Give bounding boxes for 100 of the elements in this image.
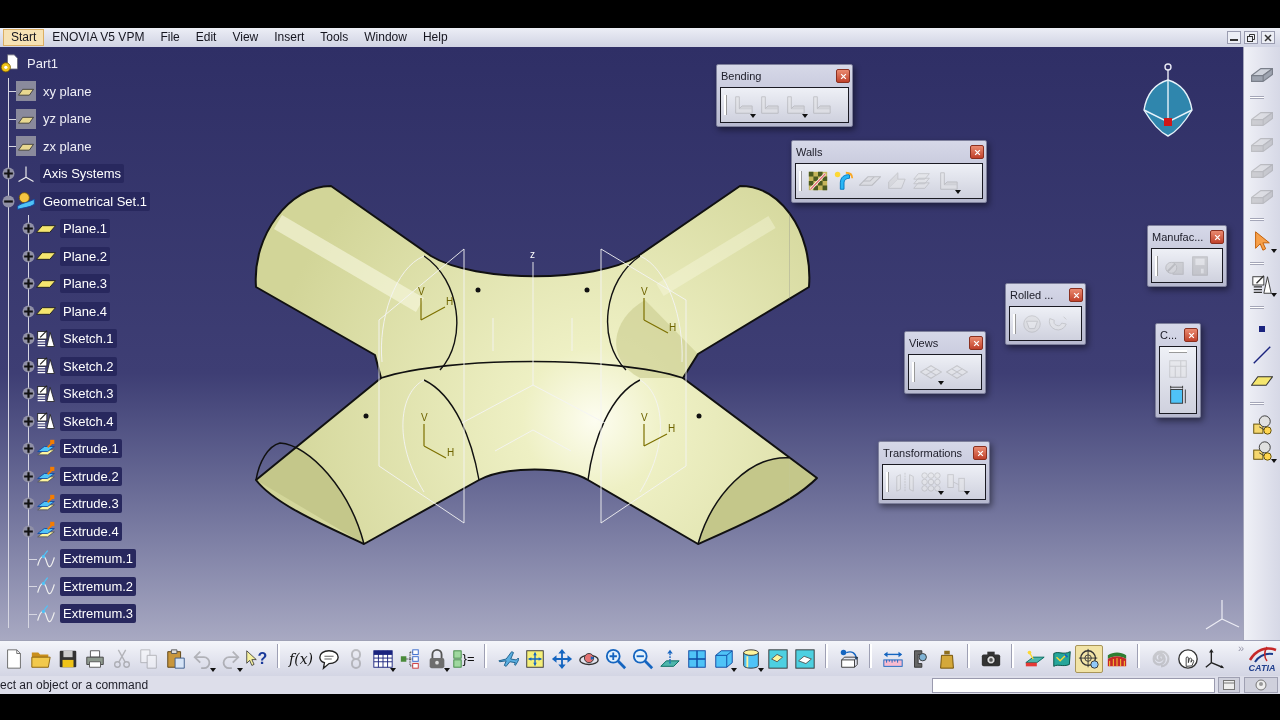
close-icon (1187, 331, 1195, 339)
tree-item[interactable]: Geometrical Set.1 (40, 191, 151, 211)
sketch-axes-icon (643, 297, 669, 334)
sketch-axes-icon (643, 423, 668, 447)
axis-label: V (418, 286, 425, 297)
tree-item[interactable]: Extrude.2 (60, 466, 122, 486)
dropdown-arrow-icon (758, 667, 764, 672)
expand-icon[interactable] (21, 359, 35, 373)
command-input-field[interactable] (932, 677, 1215, 693)
tree-item[interactable]: xy plane (40, 81, 95, 101)
menu-item[interactable]: Tools (312, 29, 357, 46)
expand-icon[interactable] (21, 442, 35, 456)
close-button[interactable] (1261, 31, 1275, 44)
menu-item[interactable]: Insert (266, 29, 313, 46)
minimize-button[interactable] (1227, 31, 1241, 44)
expand-icon[interactable] (21, 414, 35, 428)
tree-item[interactable]: Plane.1 (60, 219, 111, 239)
expand-icon[interactable] (21, 524, 35, 538)
menu-item[interactable]: File (152, 29, 188, 46)
tree-item[interactable]: Extrude.3 (60, 494, 122, 514)
toolbar-title: Walls (796, 145, 823, 159)
tree-item[interactable]: Plane.2 (60, 246, 111, 266)
expand-icon[interactable] (21, 249, 35, 263)
formula-button[interactable]: f(x) (287, 644, 315, 673)
tree-item[interactable]: Part1 (24, 54, 62, 74)
close-button[interactable] (1184, 328, 1198, 342)
toolbar-title: Rolled ... (1010, 288, 1054, 302)
dropdown-arrow-icon (1271, 293, 1277, 297)
panel-button[interactable] (1218, 677, 1240, 693)
tree-item[interactable]: Axis Systems (40, 164, 124, 184)
menu-item[interactable]: ENOVIA V5 VPM (44, 29, 153, 46)
tree-item[interactable]: Sketch.3 (60, 384, 117, 404)
dropdown-arrow-icon (390, 667, 396, 672)
tree-item[interactable]: zx plane (40, 136, 95, 156)
dropdown-arrow-icon (1271, 249, 1277, 253)
sketch-axes-icon (420, 297, 446, 321)
dropdown-arrow-icon (731, 667, 737, 672)
expand-icon[interactable] (21, 469, 35, 483)
circle-icon (1255, 679, 1267, 691)
expand-icon[interactable] (21, 497, 35, 511)
tree-item[interactable]: Extremum.2 (60, 576, 137, 596)
tree-item[interactable]: Extrude.1 (60, 439, 122, 459)
curve-point-icon (36, 576, 56, 597)
close-button[interactable] (836, 69, 850, 83)
curve-point-icon (36, 603, 56, 624)
tree-item[interactable]: Sketch.2 (60, 356, 117, 376)
menu-item[interactable]: Edit (187, 29, 225, 46)
tree-item[interactable]: Extrude.4 (60, 521, 122, 541)
status-message: ect an object or a command (0, 678, 149, 692)
menu-item[interactable]: Start (3, 29, 45, 46)
close-icon (972, 339, 980, 347)
restore-icon (1247, 33, 1255, 42)
window-icon (1223, 680, 1235, 690)
close-icon (1072, 291, 1080, 299)
arm-end-drawing (788, 456, 818, 500)
axis-label: H (447, 447, 455, 458)
plane-icon (16, 108, 36, 129)
close-button[interactable] (969, 336, 983, 350)
dropdown-arrow-icon (955, 190, 961, 194)
logo-icon (1247, 644, 1277, 663)
dropdown-arrow-icon (938, 491, 944, 495)
tree-item[interactable]: Plane.3 (60, 274, 111, 294)
documents-button[interactable]: }= (450, 644, 477, 673)
restore-button[interactable] (1244, 31, 1258, 44)
menu-item[interactable]: Window (356, 29, 415, 46)
menu-item[interactable]: Help (414, 29, 456, 46)
close-button[interactable] (970, 145, 984, 159)
expand-icon[interactable] (21, 387, 35, 401)
arrow-pointer-button[interactable]: ? (243, 644, 270, 673)
axis-label: H (446, 296, 454, 307)
tree-item[interactable]: Plane.4 (60, 301, 111, 321)
collapse-icon[interactable] (1, 194, 15, 208)
expand-icon[interactable] (1, 167, 15, 181)
close-button[interactable] (973, 446, 987, 460)
expand-icon[interactable] (21, 222, 35, 236)
sketch-icon (36, 383, 56, 404)
tree-item[interactable]: Sketch.4 (60, 411, 117, 431)
close-button[interactable] (1210, 230, 1224, 244)
axis-label: V (641, 286, 648, 297)
expand-icon[interactable] (21, 277, 35, 291)
expand-icon[interactable] (21, 304, 35, 318)
menu-item[interactable]: View (224, 29, 267, 46)
tree-item[interactable]: Sketch.1 (60, 329, 117, 349)
logo-text: CATIA (1248, 662, 1276, 673)
toolbar-title: Manufac... (1152, 230, 1204, 244)
minimize-icon (1230, 39, 1238, 41)
close-button[interactable] (1069, 288, 1083, 302)
dropdown-arrow-icon (210, 667, 216, 672)
close-icon (1264, 33, 1272, 42)
expand-icon[interactable] (21, 332, 35, 346)
close-icon (973, 148, 981, 156)
dropdown-arrow-icon (237, 667, 243, 672)
toolbar-title: Views (909, 336, 939, 350)
sketch-icon (36, 328, 56, 349)
tree-item[interactable]: Extremum.1 (60, 549, 137, 569)
tree-item[interactable]: yz plane (40, 109, 95, 129)
plane-icon (36, 279, 56, 288)
close-icon (839, 72, 847, 80)
tree-item[interactable]: Extremum.3 (60, 604, 137, 624)
info-button[interactable] (1244, 677, 1278, 693)
